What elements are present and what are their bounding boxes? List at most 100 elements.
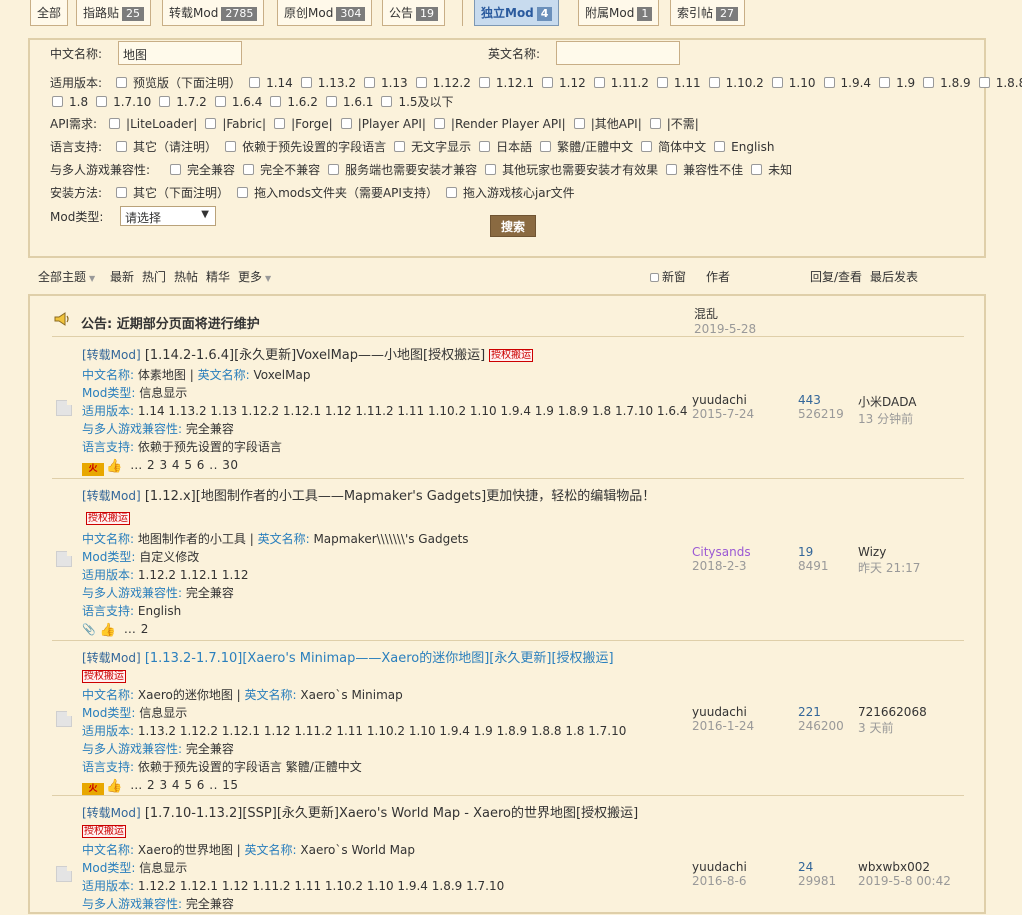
checkbox[interactable] [109,118,121,129]
checkbox[interactable] [300,77,312,88]
version-option[interactable]: 1.11 [656,76,701,90]
version-option[interactable]: 1.7.10 [96,95,151,109]
version-option[interactable]: 1.10 [771,76,816,90]
checkbox[interactable] [445,187,457,198]
last-post-column-header[interactable]: 最后发表 [870,268,918,285]
api-option[interactable]: |不需| [649,117,699,131]
checkbox[interactable] [394,141,406,152]
checkbox[interactable] [714,141,726,152]
api-option[interactable]: |LiteLoader| [109,117,197,131]
reply-count[interactable]: 221 [798,705,844,719]
version-option[interactable]: 1.13.2 [300,76,356,90]
tab-reposted-mod[interactable]: 转载Mod 2785 [162,0,265,26]
cn-name-input[interactable]: 地图 [118,41,242,65]
thread-title-link[interactable]: [1.13.2-1.7.10][Xaero's Minimap——Xaero的迷… [145,651,614,666]
version-option[interactable]: 1.12.1 [478,76,534,90]
checkbox[interactable] [542,77,554,88]
checkbox[interactable] [116,141,128,152]
checkbox[interactable] [52,96,63,107]
last-post-time[interactable]: 2019-5-8 00:42 [858,874,951,888]
version-option[interactable]: 预览版（下面注明） [116,76,241,90]
language-option[interactable]: 依赖于预先设置的字段语言 [225,140,386,154]
version-option[interactable]: 1.10.2 [708,76,764,90]
last-post-time[interactable]: 13 分钟前 [858,410,916,427]
checkbox[interactable] [340,118,352,129]
checkbox[interactable] [879,77,891,88]
language-option[interactable]: 繁體/正體中文 [540,140,633,154]
version-option[interactable]: 1.8.8 [978,76,1022,90]
version-option[interactable]: 1.6.4 [214,95,262,109]
checkbox[interactable] [170,164,182,175]
version-option[interactable]: 1.6.1 [325,95,373,109]
page-links[interactable]: … 2 [124,622,149,636]
author-name[interactable]: Citysands [692,545,751,559]
thread-category[interactable]: [转载Mod] [82,489,141,503]
version-option[interactable]: 1.13 [363,76,408,90]
api-option[interactable]: |其他API| [573,117,642,131]
tab-all[interactable]: 全部 [30,0,69,26]
last-post-user[interactable]: wbxwbx002 [858,860,951,874]
checkbox[interactable] [328,164,340,175]
last-post-user[interactable]: 小米DADA [858,393,916,410]
language-option[interactable]: 日本語 [479,140,532,154]
api-option[interactable]: |Player API| [340,117,426,131]
checkbox[interactable] [381,96,393,107]
version-option[interactable]: 1.5及以下 [381,95,454,109]
author-name[interactable]: yuudachi [692,393,754,407]
checkbox[interactable] [225,141,237,152]
checkbox[interactable] [666,164,678,175]
checkbox[interactable] [433,118,445,129]
language-option[interactable]: 简体中文 [641,140,706,154]
api-option[interactable]: |Forge| [274,117,333,131]
tab-original-mod[interactable]: 原创Mod 304 [277,0,373,26]
filter-digest[interactable]: 精华 [206,268,230,285]
tab-guide-posts[interactable]: 指路贴 25 [76,0,152,26]
thread-title-link[interactable]: [1.14.2-1.6.4][永久更新]VoxelMap——小地图[授权搬运] [145,348,485,363]
version-option[interactable]: 1.7.2 [159,95,207,109]
install-option[interactable]: 拖入游戏核心jar文件 [445,186,575,200]
checkbox[interactable] [540,141,552,152]
checkbox[interactable] [656,77,668,88]
thread-category[interactable]: [转载Mod] [82,651,141,665]
language-option[interactable]: 其它（请注明） [116,140,217,154]
multiplayer-option[interactable]: 完全不兼容 [243,163,320,177]
thread-category[interactable]: [转载Mod] [82,348,141,362]
announcement-row[interactable]: 公告: 近期部分页面将进行维护 混乱 2019-5-28 [54,306,964,336]
tab-standalone-mod[interactable]: 独立Mod 4 [474,0,560,26]
checkbox[interactable] [573,118,585,129]
language-option[interactable]: English [714,140,775,154]
multiplayer-option[interactable]: 兼容性不佳 [666,163,743,177]
author-name[interactable]: 混乱 [694,305,756,322]
multiplayer-option[interactable]: 未知 [751,163,792,177]
tab-addon-mod[interactable]: 附属Mod 1 [578,0,660,26]
modtype-select[interactable]: 请选择 ▼ [120,206,216,226]
version-option[interactable]: 1.11.2 [593,76,649,90]
install-option[interactable]: 拖入mods文件夹（需要API支持） [237,186,438,200]
checkbox[interactable] [708,77,720,88]
page-links[interactable]: … 2 3 4 5 6 .. 30 [130,458,238,472]
reply-count[interactable]: 24 [798,860,836,874]
last-post-time[interactable]: 昨天 21:17 [858,559,920,576]
tab-announcements[interactable]: 公告 19 [382,0,446,26]
version-option[interactable]: 1.12.2 [415,76,471,90]
checkbox[interactable] [479,141,491,152]
page-links[interactable]: … 2 3 4 5 6 .. 15 [130,778,238,792]
multiplayer-option[interactable]: 完全兼容 [170,163,235,177]
last-post-user[interactable]: 721662068 [858,705,927,719]
checkbox[interactable] [325,96,337,107]
checkbox[interactable] [415,77,427,88]
checkbox[interactable] [593,77,605,88]
multiplayer-option[interactable]: 其他玩家也需要安装才有效果 [485,163,658,177]
version-option[interactable]: 1.8.9 [923,76,971,90]
checkbox[interactable] [116,77,128,88]
checkbox[interactable] [641,141,653,152]
new-window-checkbox[interactable] [650,273,659,282]
thread-category[interactable]: [转载Mod] [82,806,141,820]
en-name-input[interactable] [556,41,680,65]
author-name[interactable]: yuudachi [692,705,754,719]
thread-title-link[interactable]: [1.12.x][地图制作者的小工具——Mapmaker's Gadgets]更… [145,489,655,504]
version-option[interactable]: 1.12 [542,76,586,90]
filter-latest[interactable]: 最新 [110,268,134,285]
search-button[interactable]: 搜索 [490,215,536,237]
author-name[interactable]: yuudachi [692,860,747,874]
